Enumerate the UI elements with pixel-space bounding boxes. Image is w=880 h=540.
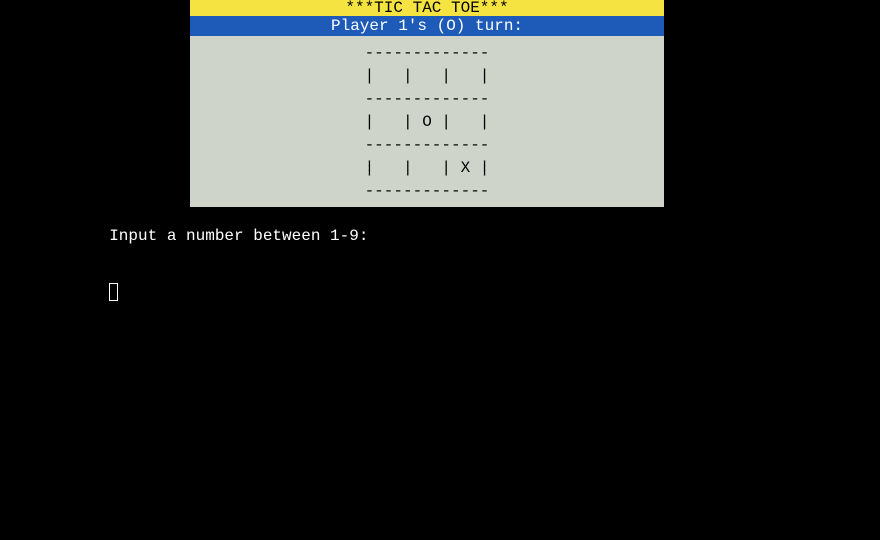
game-container: ***TIC TAC TOE*** Player 1's (O) turn: -… — [190, 0, 664, 207]
board-row-1: | | | | — [365, 67, 490, 85]
board-hr-2: ------------- — [365, 136, 490, 154]
cursor-icon — [109, 283, 118, 301]
board-hr-0: ------------- — [365, 44, 490, 62]
game-board: ------------- | | | | ------------- | | … — [365, 42, 490, 203]
board-hr-1: ------------- — [365, 90, 490, 108]
title-bar: ***TIC TAC TOE*** — [190, 0, 664, 16]
board-area: ------------- | | | | ------------- | | … — [190, 36, 664, 207]
board-row-3: | | | X | — [365, 159, 490, 177]
prompt-area[interactable]: Input a number between 1-9: — [0, 207, 880, 301]
board-row-2: | | O | | — [365, 113, 490, 131]
status-bar: Player 1's (O) turn: — [190, 16, 664, 36]
board-hr-3: ------------- — [365, 182, 490, 200]
input-prompt: Input a number between 1-9: — [109, 227, 368, 245]
